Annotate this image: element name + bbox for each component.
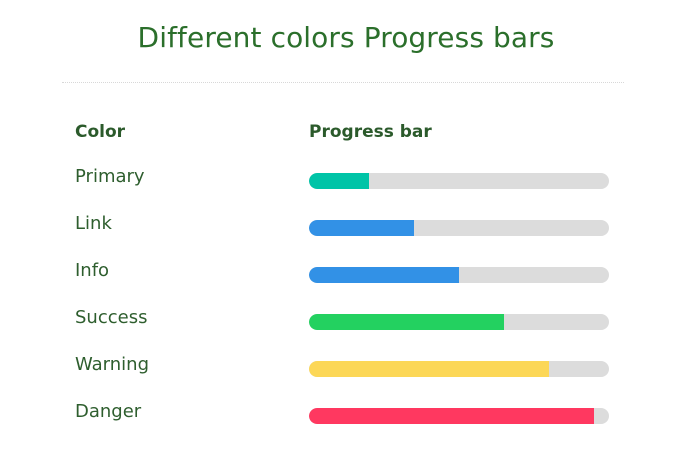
- progress-bar-primary: [309, 173, 609, 189]
- divider: [62, 82, 624, 83]
- table-row: Warning: [62, 344, 624, 391]
- progress-fill-success: [309, 314, 504, 330]
- progress-fill-danger: [309, 408, 594, 424]
- table-row: Success: [62, 297, 624, 344]
- header-color: Color: [75, 122, 126, 142]
- row-label-success: Success: [75, 307, 148, 328]
- row-label-link: Link: [75, 213, 112, 234]
- table-row: Link: [62, 203, 624, 250]
- progress-fill-primary: [309, 173, 369, 189]
- table-row: Danger: [62, 391, 624, 438]
- progress-bar-link: [309, 220, 609, 236]
- progress-bar-warning: [309, 361, 609, 377]
- progress-bar-danger: [309, 408, 609, 424]
- row-label-danger: Danger: [75, 401, 142, 422]
- page-title: Different colors Progress bars: [137, 21, 555, 54]
- progress-bar-info: [309, 267, 609, 283]
- table-header-row: Color Progress bar: [62, 112, 624, 156]
- row-label-warning: Warning: [75, 354, 150, 375]
- table-row: Info: [62, 250, 624, 297]
- progress-fill-info: [309, 267, 459, 283]
- progress-fill-warning: [309, 361, 549, 377]
- header-progress-bar: Progress bar: [309, 122, 432, 142]
- progress-bar-success: [309, 314, 609, 330]
- row-label-primary: Primary: [75, 166, 145, 187]
- progress-fill-link: [309, 220, 414, 236]
- row-label-info: Info: [75, 260, 110, 281]
- progress-table: Color Progress bar Primary Link Info Suc…: [62, 112, 624, 438]
- table-row: Primary: [62, 156, 624, 203]
